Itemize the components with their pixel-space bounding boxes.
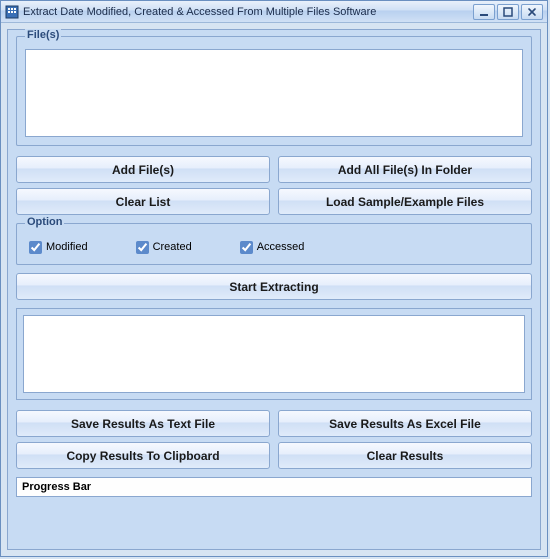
option-group-label: Option [25,216,64,228]
accessed-checkbox[interactable]: Accessed [240,241,305,254]
modified-check-input[interactable] [29,241,42,254]
progress-bar: Progress Bar [16,477,532,497]
maximize-button[interactable] [497,4,519,20]
accessed-check-input[interactable] [240,241,253,254]
results-list[interactable] [23,315,525,393]
option-group: Option Modified Created Accessed [16,223,532,265]
start-extracting-button[interactable]: Start Extracting [16,273,532,300]
window-title: Extract Date Modified, Created & Accesse… [23,6,473,18]
clear-list-button[interactable]: Clear List [16,188,270,215]
files-group-label: File(s) [25,29,61,41]
save-excel-button[interactable]: Save Results As Excel File [278,410,532,437]
save-text-button[interactable]: Save Results As Text File [16,410,270,437]
minimize-button[interactable] [473,4,495,20]
created-check-input[interactable] [136,241,149,254]
add-files-button[interactable]: Add File(s) [16,156,270,183]
modified-checkbox[interactable]: Modified [29,241,88,254]
progress-bar-label: Progress Bar [22,481,91,493]
load-sample-button[interactable]: Load Sample/Example Files [278,188,532,215]
accessed-label: Accessed [257,241,305,253]
client-area: File(s) Add File(s) Add All File(s) In F… [7,29,541,550]
results-group [16,308,532,400]
files-group: File(s) [16,36,532,146]
file-list[interactable] [25,49,523,137]
modified-label: Modified [46,241,88,253]
clear-results-button[interactable]: Clear Results [278,442,532,469]
titlebar: Extract Date Modified, Created & Accesse… [1,1,547,23]
created-label: Created [153,241,192,253]
close-button[interactable] [521,4,543,20]
app-window: Extract Date Modified, Created & Accesse… [0,0,548,557]
app-icon [5,5,19,19]
add-folder-button[interactable]: Add All File(s) In Folder [278,156,532,183]
copy-clipboard-button[interactable]: Copy Results To Clipboard [16,442,270,469]
created-checkbox[interactable]: Created [136,241,192,254]
